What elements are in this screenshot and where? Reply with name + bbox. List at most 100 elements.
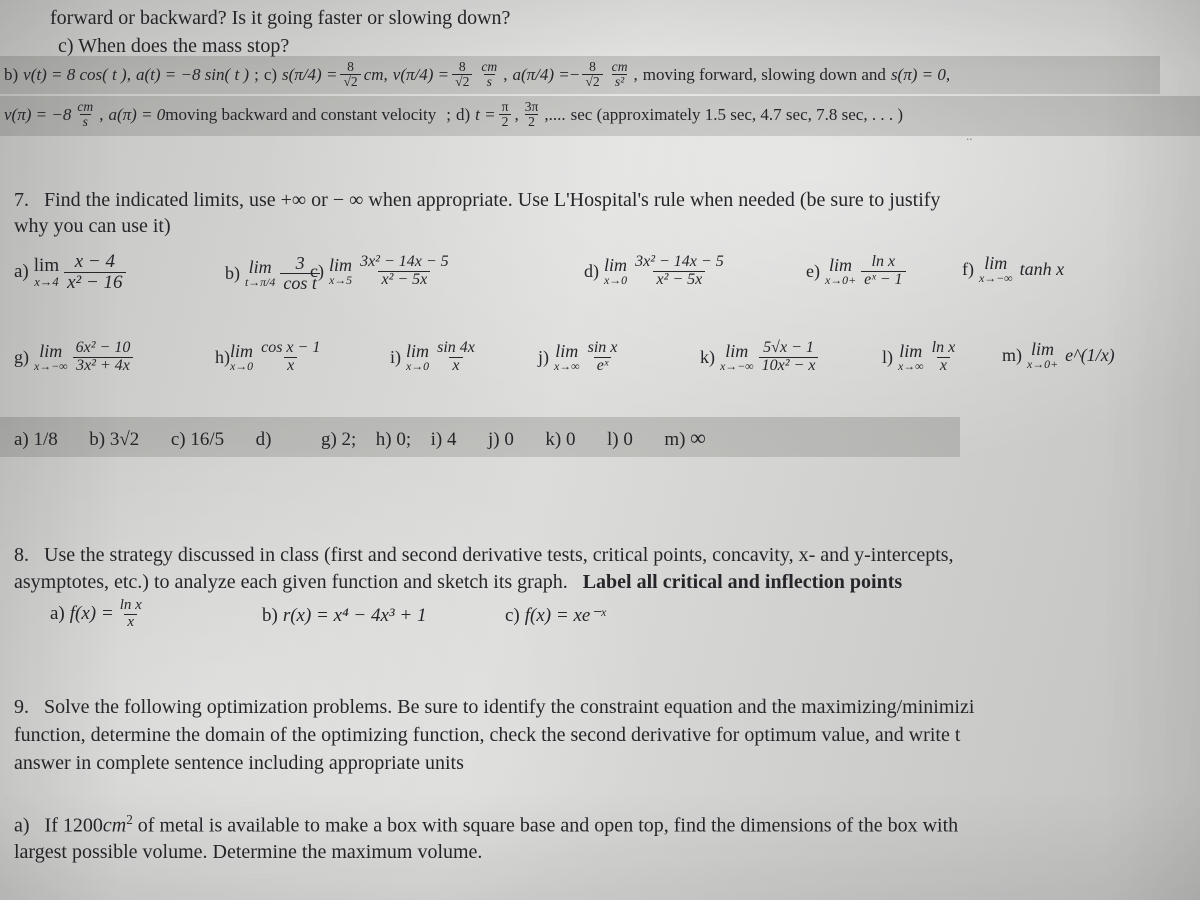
limit-7m-operator: lim x→0+ <box>1027 339 1059 371</box>
answer-7c-value: 16/5 <box>190 429 225 450</box>
problem9-a-text1: If 1200 <box>44 814 103 837</box>
answer-s-pi4: s(π/4) = <box>282 64 338 84</box>
limit-7d-fraction: 3x² − 14x − 5 x² − 5x <box>635 253 724 288</box>
limit-item-7a: a) lim x→4 x − 4 x² − 16 <box>14 252 129 293</box>
answer-7j-label: j) <box>488 429 500 450</box>
answer-7l: l) 0 <box>607 429 638 450</box>
limit-7m-expression: e^(1/x) <box>1065 344 1115 365</box>
answer-c-label: c) <box>263 64 278 84</box>
limit-7d-label: d) <box>584 260 599 281</box>
answer-7h-label: h) <box>375 429 392 450</box>
problem8-a-function: f(x) = <box>69 603 114 625</box>
answer-7a-value: 1/8 <box>33 429 58 450</box>
answer-a-pi4: a(π/4) = <box>512 64 570 84</box>
answer-7h-value: 0; <box>396 429 412 450</box>
answer-b-comma: , <box>945 64 951 84</box>
limit-7k-label: k) <box>700 346 715 367</box>
answer-7a-label: a) <box>14 429 29 450</box>
limit-7b-label: b) <box>225 262 240 283</box>
limit-7j-operator: lim x→∞ <box>554 340 580 373</box>
problem7-prompt-line1: 7. Find the indicated limits, use +∞ or … <box>14 188 940 214</box>
answer-7l-label: l) <box>606 429 619 450</box>
limit-7f-label: f) <box>962 258 974 279</box>
answer-b-label: b) <box>4 64 19 84</box>
answer-7j-value: 0 <box>504 429 514 450</box>
answer-7l-value: 0 <box>623 429 633 450</box>
limit-7l-label: l) <box>882 346 893 367</box>
problem8-prompt-line2: asymptotes, etc.) to analyze each given … <box>14 570 902 596</box>
limit-7e-label: e) <box>806 260 820 281</box>
limit-7l-fraction: ln x x <box>931 339 956 374</box>
limit-item-7i: i) lim x→0 sin 4x x <box>390 339 481 375</box>
problem9-item-a-line2: largest possible volume. Determine the m… <box>14 841 483 863</box>
limit-7m-label: m) <box>1002 344 1022 365</box>
problem7-prompt-line2: why you can use it) <box>14 215 171 237</box>
problem8-a-label: a) <box>50 603 65 625</box>
limit-7i-operator: lim x→0 <box>406 340 430 373</box>
limit-7h-label: h) <box>215 346 230 367</box>
problem8-item-c: c) f(x) = xe⁻ˣ <box>505 604 606 629</box>
answer-7m-value: ∞ <box>690 425 706 450</box>
limit-item-7e: e) lim x→0+ ln x eˣ − 1 <box>806 253 909 289</box>
limit-item-7m: m) lim x→0+ e^(1/x) <box>1002 340 1115 371</box>
answer-v-pi4: v(π/4) = <box>392 64 450 84</box>
answer-7m: m) ∞ <box>664 425 706 450</box>
answer-7a: a) 1/8 <box>14 429 63 450</box>
answer-7b-value: 3√2 <box>109 429 140 450</box>
answer-b-at: a(t) = −8 sin( t ) <box>135 64 250 84</box>
limit-7g-label: g) <box>14 346 29 367</box>
top-fragment-line2: c) When does the mass stop? <box>58 35 290 57</box>
answer-b-line1: b) v(t) = 8 cos( t ), a(t) = −8 sin( t )… <box>4 59 951 90</box>
problem9-prompt-line2: function, determine the domain of the op… <box>14 724 961 746</box>
limit-7i-fraction: sin 4x x <box>437 339 475 374</box>
problem8-prompt-text2: asymptotes, etc.) to analyze each given … <box>14 571 568 593</box>
limit-7h-fraction: cos x − 1 x <box>261 339 321 374</box>
limit-7j-fraction: sin x eˣ <box>587 339 618 374</box>
problem9-a-label: a) <box>14 814 30 837</box>
a-value-fraction: 8 √2 <box>582 59 603 90</box>
limit-7l-operator: lim x→∞ <box>898 340 924 373</box>
problem7-answer-strip: a) 1/8 b) 3√2 c) 16/5 d) g) 2; h) 0; i) … <box>14 424 706 452</box>
problem8-number: 8. <box>14 544 29 566</box>
limit-7g-operator: lim x→−∞ <box>34 340 68 373</box>
limit-7g-fraction: 6x² − 10 3x² + 4x <box>73 339 134 375</box>
answer-7k: k) 0 <box>545 429 580 450</box>
limit-7h-operator: lim x→0 <box>230 340 254 373</box>
limit-7d-operator: lim x→0 <box>604 254 628 287</box>
limit-7f-operator: lim x→−∞ <box>979 253 1013 285</box>
limit-item-7d: d) lim x→0 3x² − 14x − 5 x² − 5x <box>584 253 730 289</box>
problem9-prompt-text1: Solve the following optimization problem… <box>44 696 975 718</box>
t-ellipsis: ,.... <box>544 104 566 124</box>
problem8-c-label: c) <box>505 605 520 627</box>
answer-b-sep2: ; <box>446 104 451 124</box>
t-unit-text: sec (approximately 1.5 sec, 4.7 sec, 7.8… <box>570 104 903 124</box>
answer-7d: d) <box>256 429 277 450</box>
v-pi-units-fraction: cm s <box>77 99 94 130</box>
problem8-prompt-bold: Label all critical and inflection points <box>582 571 903 593</box>
answer-7k-value: 0 <box>565 429 576 450</box>
problem9-prompt-line1: 9. Solve the following optimization prob… <box>14 695 974 721</box>
answer-7d-label: d) <box>255 429 272 450</box>
limit-7e-operator: lim x→0+ <box>824 254 857 287</box>
limit-item-7f: f) lim x→−∞ tanh x <box>962 254 1064 285</box>
answer-7g-label: g) <box>320 429 337 450</box>
problem8-prompt-text1: Use the strategy discussed in class (fir… <box>44 544 954 566</box>
a-units-fraction: cm s² <box>611 59 628 90</box>
problem8-item-a: a) f(x) = ln x x <box>50 597 148 631</box>
problem9-number: 9. <box>14 696 29 718</box>
limit-item-7c: c) lim x→5 3x² − 14x − 5 x² − 5x <box>310 253 455 289</box>
answer-7c-label: c) <box>170 429 186 450</box>
answer-b-sep1: ; <box>254 64 259 84</box>
problem9-a-exponent: 2 <box>126 812 133 827</box>
limit-7a-label: a) <box>14 261 29 283</box>
answer-b-conclusion2: moving backward and constant velocity <box>165 104 437 124</box>
limit-7c-operator: lim x→5 <box>328 254 353 287</box>
answer-7b-label: b) <box>89 429 106 450</box>
answer-b-vt: v(t) = 8 cos( t ) <box>23 64 127 84</box>
problem8-prompt-line1: 8. Use the strategy discussed in class (… <box>14 543 954 569</box>
limit-7c-fraction: 3x² − 14x − 5 x² − 5x <box>360 253 449 288</box>
limit-item-7b: b) lim t→π/4 3 cos t <box>225 254 323 293</box>
answer-7k-label: k) <box>545 429 562 450</box>
photo-smudge-mark: .. <box>966 128 973 143</box>
problem8-b-function: r(x) = x⁴ − 4x³ + 1 <box>282 605 427 627</box>
